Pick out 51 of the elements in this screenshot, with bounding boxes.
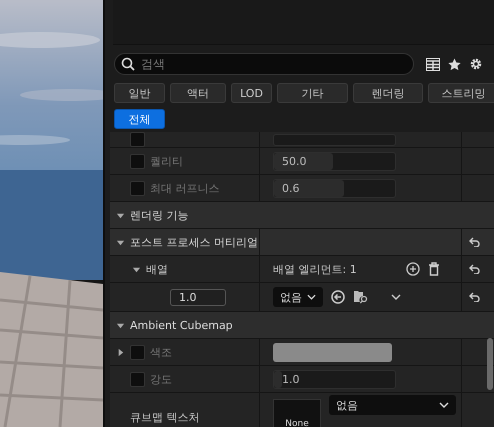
- filter-tab[interactable]: 액터: [170, 83, 226, 103]
- chevron-down-icon: [307, 294, 316, 300]
- star-icon[interactable]: [448, 58, 461, 70]
- array-summary: 배열 엘리먼트: 1: [273, 262, 358, 276]
- table-icon[interactable]: [426, 58, 440, 70]
- filter-tab[interactable]: 일반: [114, 83, 165, 103]
- filter-tab[interactable]: 전체: [114, 109, 165, 129]
- texture-thumbnail[interactable]: None: [273, 399, 321, 427]
- slider-field[interactable]: 0.6: [273, 178, 396, 198]
- reset-arrow-icon[interactable]: [468, 292, 480, 302]
- filter-tab[interactable]: LOD: [231, 83, 272, 103]
- property-label: 색조: [150, 344, 172, 360]
- number-field[interactable]: 1.0: [170, 288, 226, 306]
- property-label: 포스트 프로세스 머티리얼: [130, 234, 258, 250]
- filter-tab[interactable]: 스트리밍: [428, 83, 494, 103]
- collapse-arrow-icon[interactable]: [116, 238, 125, 246]
- asset-dropdown[interactable]: 없음: [273, 287, 323, 307]
- color-swatch[interactable]: [273, 342, 392, 362]
- property-label: 배열: [146, 262, 168, 276]
- add-icon[interactable]: [406, 262, 420, 276]
- collapse-arrow-icon[interactable]: [116, 210, 125, 220]
- property-label: 강도: [150, 372, 172, 386]
- trash-icon[interactable]: [428, 262, 440, 276]
- arrow-left-circle-icon[interactable]: [331, 290, 345, 304]
- chevron-down-icon: [439, 402, 449, 408]
- property-label: 큐브맵 텍스처: [130, 410, 200, 425]
- slider-field[interactable]: 1.0: [273, 370, 396, 388]
- search-field[interactable]: 검색: [114, 53, 414, 75]
- scrollbar-thumb[interactable]: [487, 338, 493, 390]
- collapse-arrow-icon[interactable]: [116, 320, 125, 330]
- filter-tab[interactable]: 렌더링: [353, 83, 423, 103]
- folder-search-icon[interactable]: [353, 290, 369, 304]
- checkbox[interactable]: [130, 154, 145, 168]
- slider-field[interactable]: [273, 134, 396, 146]
- checkbox[interactable]: [130, 344, 145, 360]
- chevron-down-icon[interactable]: [391, 294, 401, 300]
- slider-field[interactable]: 50.0: [273, 152, 396, 170]
- section-header[interactable]: 렌더링 기능: [130, 208, 188, 222]
- section-header[interactable]: Ambient Cubemap: [130, 318, 233, 332]
- asset-dropdown[interactable]: 없음: [329, 395, 456, 415]
- settings-icon[interactable]: [469, 57, 483, 71]
- checkbox[interactable]: [130, 180, 145, 196]
- checkbox[interactable]: [130, 132, 145, 147]
- reset-arrow-icon[interactable]: [468, 237, 480, 247]
- checkbox[interactable]: [130, 372, 145, 386]
- reset-arrow-icon[interactable]: [468, 264, 480, 274]
- expand-arrow-icon[interactable]: [116, 348, 125, 356]
- property-label: 퀄리티: [150, 154, 183, 168]
- filter-tab[interactable]: 기타: [277, 83, 348, 103]
- property-label: 최대 러프니스: [150, 180, 220, 196]
- collapse-arrow-icon[interactable]: [132, 264, 141, 274]
